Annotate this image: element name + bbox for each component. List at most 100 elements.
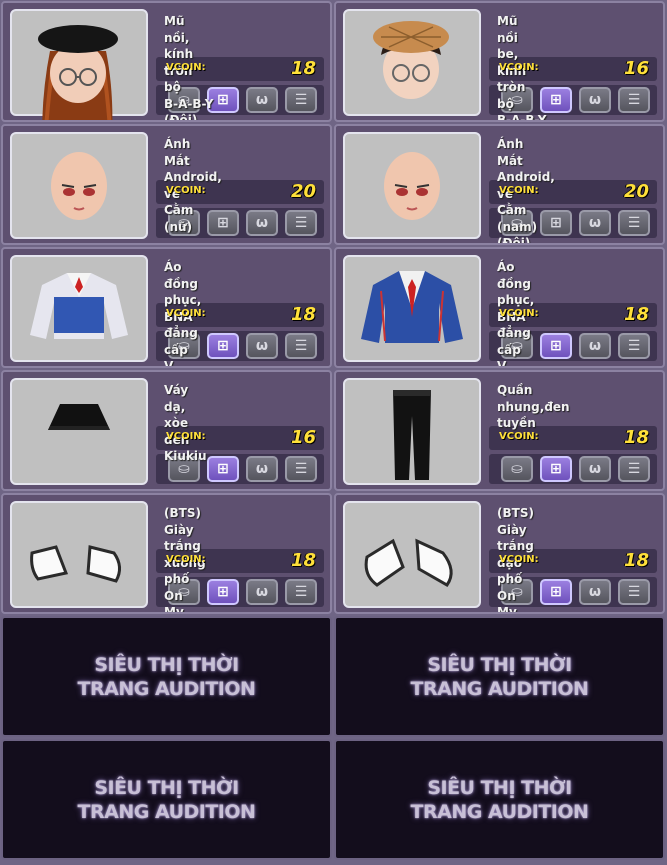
preview-button[interactable]: ω (579, 333, 611, 359)
item-thumbnail (343, 255, 481, 362)
cart-icon: ☰ (294, 92, 308, 108)
item-card[interactable]: Mũ nồi be, kính tròn bộ B-A-B-Y VCOIN: 1… (334, 1, 665, 122)
promo-text: SIÊU THỊ THỜI TRANG AUDITION (410, 653, 589, 700)
preview-icon: ω (588, 338, 602, 354)
shop-grid: Mũ nồi, kính tròn bộ B-A-B-Y (Đôi) VCOIN… (0, 0, 667, 865)
item-thumbnail (10, 255, 148, 362)
item-price: 18 (290, 304, 316, 325)
item-thumbnail (10, 9, 148, 120)
preview-icon: ω (255, 461, 269, 477)
gift-button[interactable]: ⛀ (501, 456, 533, 482)
cart-icon: ☰ (627, 461, 641, 477)
promo-tile: SIÊU THỊ THỜI TRANG AUDITION (334, 616, 665, 737)
item-thumbnail (10, 132, 148, 239)
promo-text: SIÊU THỊ THỜI TRANG AUDITION (77, 653, 256, 700)
currency-label: VCOIN: (166, 431, 206, 442)
cart-icon: ☰ (627, 584, 641, 600)
pants-icon (393, 390, 431, 480)
shirt-icon (30, 273, 128, 339)
cart-button[interactable]: ☰ (618, 210, 650, 236)
currency-label: VCOIN: (166, 308, 206, 319)
shoes-icon (364, 538, 453, 587)
item-price: 18 (290, 58, 316, 79)
item-card[interactable]: Áo đồng phục, BNA đẳng cấp V VCOIN: 18 ⛀… (1, 247, 332, 368)
currency-label: VCOIN: (166, 62, 206, 73)
preview-button[interactable]: ω (579, 456, 611, 482)
item-price: 20 (623, 181, 649, 202)
cart-button[interactable]: ☰ (285, 333, 317, 359)
preview-button[interactable]: ω (579, 87, 611, 113)
preview-button[interactable]: ω (246, 210, 278, 236)
item-price: 18 (623, 304, 649, 325)
cart-button[interactable]: ☰ (618, 579, 650, 605)
skirt-icon (48, 404, 110, 430)
preview-icon: ω (588, 461, 602, 477)
cart-icon: ☰ (627, 92, 641, 108)
preview-icon: ω (588, 584, 602, 600)
face-icon (384, 152, 440, 220)
promo-text: SIÊU THỊ THỜI TRANG AUDITION (77, 776, 256, 823)
preview-button[interactable]: ω (246, 456, 278, 482)
currency-label: VCOIN: (499, 554, 539, 565)
cart-icon: ☰ (294, 215, 308, 231)
item-name: Váy dạ, xòe đen Kiukiu (164, 383, 207, 463)
item-thumbnail (343, 501, 481, 608)
preview-icon: ω (255, 338, 269, 354)
item-card[interactable]: Áo đồng phục, BNA đẳng cấp V VCOIN: 18 ⛀… (334, 247, 665, 368)
item-card[interactable]: Ánh Mắt Android, vẽ Cằm (nữ) VCOIN: 20 ⛀… (1, 124, 332, 245)
cart-icon: ☰ (294, 461, 308, 477)
cart-button[interactable]: ☰ (618, 456, 650, 482)
cart-button[interactable]: ☰ (285, 456, 317, 482)
item-card[interactable]: Váy dạ, xòe đen Kiukiu VCOIN: 16 ⛀ ⊞ ω ☰ (1, 370, 332, 491)
preview-button[interactable]: ω (246, 333, 278, 359)
cart-button[interactable]: ☰ (285, 210, 317, 236)
currency-label: VCOIN: (499, 185, 539, 196)
item-name: Quần nhung,đen tuyền (497, 383, 570, 430)
item-card[interactable]: (BTS) Giày trắng xuống phố On My Street … (1, 493, 332, 614)
item-card[interactable]: Quần nhung,đen tuyền VCOIN: 18 ⛀ ⊞ ω ☰ (334, 370, 665, 491)
cart-button[interactable]: ☰ (285, 87, 317, 113)
preview-button[interactable]: ω (246, 579, 278, 605)
item-card[interactable]: Ánh Mắt Android, vẽ Cằm (nam) (Đôi) VCOI… (334, 124, 665, 245)
buy-box-icon: ⊞ (550, 461, 562, 477)
item-price: 16 (623, 58, 649, 79)
item-price: 18 (290, 550, 316, 571)
item-price: 16 (290, 427, 316, 448)
cart-button[interactable]: ☰ (285, 579, 317, 605)
blazer-icon (361, 271, 463, 343)
cart-button[interactable]: ☰ (618, 333, 650, 359)
buy-button[interactable]: ⊞ (540, 456, 572, 482)
promo-tile: SIÊU THỊ THỜI TRANG AUDITION (1, 616, 332, 737)
preview-icon: ω (255, 584, 269, 600)
gift-icon: ⛀ (511, 461, 523, 477)
action-buttons: ⛀ ⊞ ω ☰ (489, 454, 657, 484)
preview-icon: ω (588, 215, 602, 231)
currency-label: VCOIN: (499, 431, 539, 442)
preview-icon: ω (255, 215, 269, 231)
preview-button[interactable]: ω (579, 579, 611, 605)
cart-icon: ☰ (294, 338, 308, 354)
cart-button[interactable]: ☰ (618, 87, 650, 113)
preview-button[interactable]: ω (246, 87, 278, 113)
item-thumbnail (10, 501, 148, 608)
preview-icon: ω (588, 92, 602, 108)
item-thumbnail (343, 378, 481, 485)
beret-glasses-icon (38, 25, 118, 120)
preview-icon: ω (255, 92, 269, 108)
beige-beret-glasses-icon (373, 21, 449, 99)
promo-text: SIÊU THỊ THỜI TRANG AUDITION (410, 776, 589, 823)
preview-button[interactable]: ω (579, 210, 611, 236)
promo-tile: SIÊU THỊ THỜI TRANG AUDITION (1, 739, 332, 860)
item-card[interactable]: Mũ nồi, kính tròn bộ B-A-B-Y (Đôi) VCOIN… (1, 1, 332, 122)
face-icon (51, 152, 107, 220)
currency-label: VCOIN: (166, 554, 206, 565)
item-thumbnail (10, 378, 148, 485)
promo-tile: SIÊU THỊ THỜI TRANG AUDITION (334, 739, 665, 860)
currency-label: VCOIN: (499, 308, 539, 319)
item-price: 20 (290, 181, 316, 202)
shoes-icon (30, 545, 121, 583)
cart-icon: ☰ (294, 584, 308, 600)
item-thumbnail (343, 132, 481, 239)
item-card[interactable]: (BTS) Giày trắng dạo phố On My Street VC… (334, 493, 665, 614)
currency-label: VCOIN: (499, 62, 539, 73)
